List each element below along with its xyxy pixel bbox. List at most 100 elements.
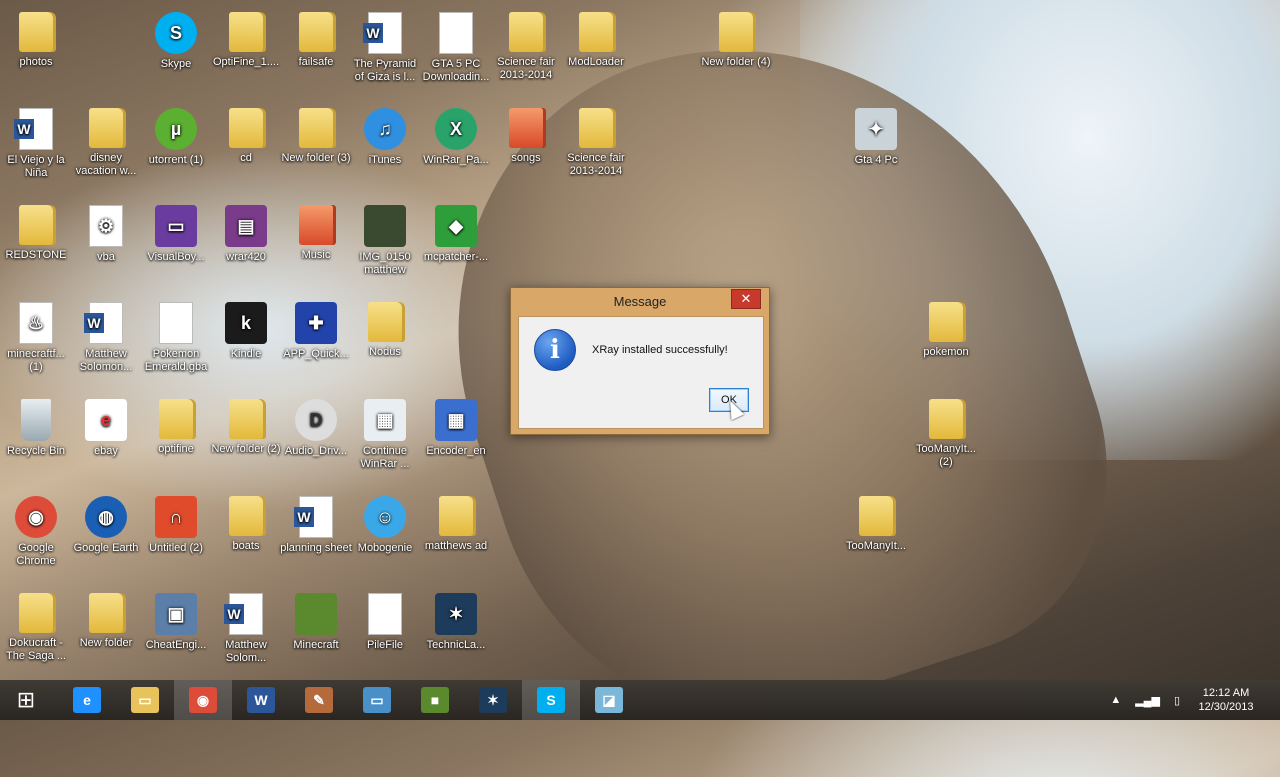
word-icon — [294, 496, 333, 538]
desktop-icon-disney-vacation-w[interactable]: disney vacation w... — [70, 108, 142, 178]
desktop-icon-music[interactable]: Music — [280, 205, 352, 262]
desktop-icon-utorrent-1[interactable]: µ utorrent (1) — [140, 108, 212, 167]
desktop-icon-failsafe[interactable]: failsafe — [280, 12, 352, 69]
taskbar-technic[interactable]: ✶ — [464, 680, 522, 720]
taskbar-internet-explorer[interactable]: e — [58, 680, 116, 720]
desktop-icon-science-fair-2013-2014[interactable]: Science fair 2013-2014 — [560, 108, 632, 178]
skype-icon: S — [537, 687, 565, 713]
desktop-icon-pokemon-emerald-gba[interactable]: Pokemon Emerald.gba — [140, 302, 212, 374]
desktop-icon-songs[interactable]: songs — [490, 108, 562, 165]
taskbar-word[interactable]: W — [232, 680, 290, 720]
desktop-icon-google-earth[interactable]: ◍ Google Earth — [70, 496, 142, 555]
desktop-icon-optifine-1[interactable]: OptiFine_1.... — [210, 12, 282, 69]
desktop-icon-pokemon[interactable]: pokemon — [910, 302, 982, 359]
desktop-icon-mcpatcher[interactable]: ◆ mcpatcher-... — [420, 205, 492, 264]
show-hidden-icons-icon[interactable]: ▲ — [1110, 694, 1121, 706]
desktop-icon-visualboy[interactable]: ▭ VisualBoy... — [140, 205, 212, 264]
desktop-icon-science-fair-2013-2014[interactable]: Science fair 2013-2014 — [490, 12, 562, 82]
start-button[interactable]: ⊞ — [0, 680, 52, 720]
desktop-icon-cd[interactable]: cd — [210, 108, 282, 165]
desktop-icon-boats[interactable]: boats — [210, 496, 282, 553]
desktop-icon-new-folder-4[interactable]: New folder (4) — [700, 12, 772, 69]
desktop-icon-technicla[interactable]: ✶ TechnicLa... — [420, 593, 492, 652]
java-icon: ♨ — [19, 302, 53, 344]
desktop-icon-app-quick[interactable]: ✚ APP_Quick... — [280, 302, 352, 361]
desktop-icon-optifine[interactable]: optifine — [140, 399, 212, 456]
network-signal-icon[interactable]: ▂▄▆ — [1135, 694, 1160, 707]
desktop-icon-new-folder-2[interactable]: New folder (2) — [210, 399, 282, 456]
desktop-icon-kindle[interactable]: k Kindle — [210, 302, 282, 361]
desktop-icon-minecraftf-1[interactable]: ♨ minecraftf... (1) — [0, 302, 72, 374]
taskbar-skype[interactable]: S — [522, 680, 580, 720]
desktop-icon-toomanyit[interactable]: TooManyIt... — [840, 496, 912, 553]
desktop-icon-the-pyramid-of-giza-is-l[interactable]: The Pyramid of Giza is l... — [349, 12, 421, 84]
taskbar-minecraft[interactable]: ■ — [406, 680, 464, 720]
desktop-icon-wrar420[interactable]: ▤ wrar420 — [210, 205, 282, 264]
desktop-icon-toomanyit-2[interactable]: TooManyIt... (2) — [910, 399, 982, 469]
taskbar-chrome[interactable]: ◉ — [174, 680, 232, 720]
clock[interactable]: 12:12 AM 12/30/2013 — [1194, 686, 1258, 714]
monitor-icon: ▭ — [363, 687, 391, 713]
desktop-icon-nodus[interactable]: Nodus — [349, 302, 421, 359]
skype-icon: S — [155, 12, 197, 54]
desktop-icon-label: TechnicLa... — [426, 639, 486, 651]
desktop-icon-label: Skype — [160, 58, 192, 70]
desktop-icon-matthew-solom[interactable]: Matthew Solom... — [210, 593, 282, 665]
taskbar-monitor[interactable]: ▭ — [348, 680, 406, 720]
desktop-icon-untitled-2[interactable]: ∩ Untitled (2) — [140, 496, 212, 555]
desktop-icon-label: IMG_0150 matthew — [359, 251, 411, 276]
taskbar-pinned-items: e ▭ ◉ W ✎ ▭ ■ ✶ S ◪ — [58, 680, 638, 720]
folder-icon — [229, 12, 263, 52]
desktop-icon-label: PileFile — [366, 639, 404, 651]
desktop-icon-continue-winrar[interactable]: ▦ Continue WinRar ... — [349, 399, 421, 471]
desktop-icon-label: photos — [19, 56, 53, 68]
desktop-icon-el-viejo-y-la-ni-a[interactable]: El Viejo y la Niña — [0, 108, 72, 180]
dialog-titlebar[interactable]: Message ✕ — [511, 288, 769, 314]
desktop-icon-label: Science fair 2013-2014 — [567, 152, 625, 177]
folder-icon — [509, 12, 543, 52]
folder-icon — [439, 496, 473, 536]
desktop-icon-new-folder[interactable]: New folder — [70, 593, 142, 650]
desktop-icon-itunes[interactable]: ♫ iTunes — [349, 108, 421, 167]
folder-icon — [19, 205, 53, 245]
word-icon — [363, 12, 402, 54]
desktop-icon-gta-5-pc-downloadin[interactable]: GTA 5 PC Downloadin... — [420, 12, 492, 84]
desktop-icon-matthews-ad[interactable]: matthews ad — [420, 496, 492, 553]
folder-icon — [89, 593, 123, 633]
desktop-icon-img-0150-matthew[interactable]: IMG_0150 matthew — [349, 205, 421, 277]
desktop-icon-gta-4-pc[interactable]: ✦ Gta 4 Pc — [840, 108, 912, 167]
desktop-icon-minecraft[interactable]: Minecraft — [280, 593, 352, 652]
taskbar-winrar-tool[interactable]: ✎ — [290, 680, 348, 720]
desktop-icon-dokucraft-the-saga[interactable]: Dokucraft - The Saga ... — [0, 593, 72, 663]
desktop-icon-planning-sheet[interactable]: planning sheet — [280, 496, 352, 555]
desktop-icon-redstone[interactable]: REDSTONE — [0, 205, 72, 262]
desktop-icon-new-folder-3[interactable]: New folder (3) — [280, 108, 352, 165]
desktop-icon-cheatengi[interactable]: ▣ CheatEngi... — [140, 593, 212, 652]
folder-red-icon — [509, 108, 543, 148]
desktop-icon-label: New folder — [79, 637, 133, 649]
desktop-icon-vba[interactable]: ⚙ vba — [70, 205, 142, 264]
close-button[interactable]: ✕ — [731, 289, 761, 309]
desktop-icon-audio-driv[interactable]: D Audio_Driv... — [280, 399, 352, 458]
desktop-icon-skype[interactable]: S Skype — [140, 12, 212, 71]
desktop-icon-label: utorrent (1) — [148, 154, 204, 166]
taskbar-file-explorer[interactable]: ▭ — [116, 680, 174, 720]
desktop-icon-ebay[interactable]: e ebay — [70, 399, 142, 458]
desktop-icon-encoder-en[interactable]: ▦ Encoder_en — [420, 399, 492, 458]
folder-icon — [229, 108, 263, 148]
photo-icon — [364, 205, 406, 247]
clock-date: 12/30/2013 — [1198, 701, 1254, 713]
desktop-icon-google-chrome[interactable]: ◉ Google Chrome — [0, 496, 72, 568]
desktop-icon-modloader[interactable]: ModLoader — [560, 12, 632, 69]
battery-icon[interactable]: ▯ — [1174, 694, 1180, 707]
desktop-icon-label: New folder (4) — [701, 56, 771, 68]
desktop-icon-recycle-bin[interactable]: Recycle Bin — [0, 399, 72, 458]
desktop-icon-winrar-pa[interactable]: X WinRar_Pa... — [420, 108, 492, 167]
desktop-icon-label: ebay — [94, 445, 118, 457]
desktop-icon-matthew-solomon[interactable]: Matthew Solomon... — [70, 302, 142, 374]
desktop-icon-photos[interactable]: photos — [0, 12, 72, 69]
desktop-icon-pilefile[interactable]: PileFile — [349, 593, 421, 652]
desktop-icon-mobogenie[interactable]: ☺ Mobogenie — [349, 496, 421, 555]
desktop-icon-label: disney vacation w... — [75, 152, 137, 177]
taskbar-window-app[interactable]: ◪ — [580, 680, 638, 720]
